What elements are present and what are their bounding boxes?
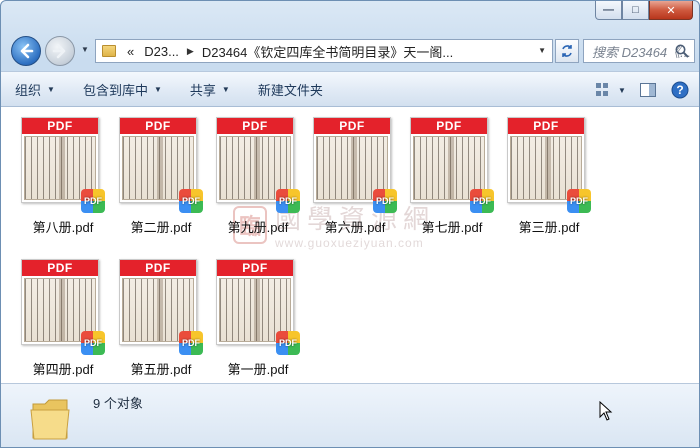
address-segment-parent[interactable]: D23... bbox=[139, 44, 184, 59]
pdf-banner: PDF bbox=[22, 118, 98, 134]
pdf-banner: PDF bbox=[217, 118, 293, 134]
file-name: 第九册.pdf bbox=[227, 220, 289, 235]
chevron-right-icon[interactable]: ▶ bbox=[184, 46, 197, 57]
include-in-library-menu[interactable]: 包含到库中 ▼ bbox=[69, 80, 176, 99]
pdf-banner: PDF bbox=[314, 118, 390, 134]
pdf-app-icon: PDF bbox=[81, 189, 105, 213]
explorer-window: — □ ✕ ▼ « D23... ▶ D23464《钦定四库全书简明目录》天一阁… bbox=[0, 0, 700, 448]
pdf-app-icon: PDF bbox=[81, 331, 105, 355]
file-name: 第五册.pdf bbox=[130, 362, 192, 377]
file-name: 第四册.pdf bbox=[32, 362, 94, 377]
preview-pane-icon bbox=[640, 83, 656, 97]
mouse-cursor-icon bbox=[599, 401, 613, 421]
view-grid-icon bbox=[596, 83, 608, 96]
pdf-app-icon: PDF bbox=[179, 331, 203, 355]
organize-label: 组织 bbox=[15, 82, 42, 98]
pdf-banner: PDF bbox=[508, 118, 584, 134]
address-bar[interactable]: « D23... ▶ D23464《钦定四库全书简明目录》天一阁... ▼ bbox=[95, 39, 553, 63]
pdf-app-icon: PDF bbox=[276, 331, 300, 355]
help-button[interactable]: ? bbox=[669, 79, 691, 101]
file-name: 第二册.pdf bbox=[130, 220, 192, 235]
pdf-banner: PDF bbox=[120, 260, 196, 276]
search-icon[interactable] bbox=[674, 43, 690, 59]
navigation-bar: ▼ « D23... ▶ D23464《钦定四库全书简明目录》天一阁... ▼ … bbox=[7, 33, 695, 67]
pdf-app-icon: PDF bbox=[276, 189, 300, 213]
close-button[interactable]: ✕ bbox=[649, 1, 693, 20]
file-item[interactable]: PDF PDF 第七册.pdf bbox=[406, 115, 498, 235]
chevron-down-icon: ▼ bbox=[47, 84, 55, 94]
chevron-down-icon: ▼ bbox=[221, 84, 230, 94]
pdf-banner: PDF bbox=[22, 260, 98, 276]
svg-text:?: ? bbox=[676, 83, 683, 97]
file-item[interactable]: PDF PDF 第二册.pdf bbox=[115, 115, 207, 235]
preview-pane-button[interactable] bbox=[637, 79, 659, 101]
folder-icon bbox=[102, 45, 116, 57]
file-item[interactable]: PDF PDF 第九册.pdf bbox=[212, 115, 304, 235]
arrow-left-icon bbox=[20, 43, 34, 59]
view-dropdown[interactable]: ▼ bbox=[617, 79, 627, 101]
caption-buttons: — □ ✕ bbox=[595, 1, 693, 20]
share-label: 共享 bbox=[189, 82, 216, 98]
chevron-down-icon: ▼ bbox=[153, 84, 162, 94]
pdf-app-icon: PDF bbox=[373, 189, 397, 213]
file-name: 第六册.pdf bbox=[324, 220, 386, 235]
watermark-url: www.guoxueziyuan.com bbox=[275, 236, 424, 250]
forward-button[interactable] bbox=[45, 36, 75, 66]
new-folder-button[interactable]: 新建文件夹 bbox=[244, 80, 337, 99]
organize-menu[interactable]: 组织 ▼ bbox=[1, 80, 69, 99]
file-name: 第八册.pdf bbox=[32, 220, 94, 235]
help-icon: ? bbox=[671, 81, 689, 99]
refresh-button[interactable] bbox=[555, 39, 579, 63]
file-item[interactable]: PDF PDF 第五册.pdf bbox=[115, 257, 207, 377]
pdf-banner: PDF bbox=[411, 118, 487, 134]
file-name: 第一册.pdf bbox=[227, 362, 289, 377]
file-name: 第七册.pdf bbox=[421, 220, 483, 235]
search-input[interactable]: 搜索 D23464《... bbox=[583, 39, 695, 63]
file-item[interactable]: PDF PDF 第三册.pdf bbox=[503, 115, 595, 235]
address-dropdown-icon[interactable]: ▼ bbox=[538, 46, 546, 55]
file-item[interactable]: PDF PDF 第四册.pdf bbox=[17, 257, 109, 377]
recent-pages-dropdown[interactable]: ▼ bbox=[81, 45, 89, 54]
pdf-app-icon: PDF bbox=[567, 189, 591, 213]
back-button[interactable] bbox=[11, 36, 41, 66]
file-item[interactable]: PDF PDF 第一册.pdf bbox=[212, 257, 304, 377]
file-item[interactable]: PDF PDF 第六册.pdf bbox=[309, 115, 401, 235]
refresh-icon bbox=[562, 45, 572, 57]
pdf-app-icon: PDF bbox=[179, 189, 203, 213]
details-pane: 9 个对象 bbox=[1, 383, 699, 447]
pdf-banner: PDF bbox=[120, 118, 196, 134]
maximize-button[interactable]: □ bbox=[622, 1, 649, 20]
arrow-right-icon bbox=[52, 43, 66, 59]
address-segment-current[interactable]: D23464《钦定四库全书简明目录》天一阁... bbox=[197, 42, 458, 61]
view-controls: ▼ ? bbox=[583, 79, 691, 101]
minimize-button[interactable]: — bbox=[595, 1, 622, 20]
address-overflow-button[interactable]: « bbox=[122, 44, 139, 59]
file-item[interactable]: PDF PDF 第八册.pdf bbox=[17, 115, 109, 235]
item-count: 9 个对象 bbox=[93, 396, 143, 411]
folder-icon bbox=[30, 399, 70, 440]
file-list-view[interactable]: 臨 國學資源網 www.guoxueziyuan.com PDF PDF 第八册… bbox=[1, 107, 699, 383]
command-bar: 组织 ▼ 包含到库中 ▼ 共享 ▼ 新建文件夹 ▼ ? bbox=[1, 71, 699, 107]
new-folder-label: 新建文件夹 bbox=[257, 82, 323, 98]
share-menu[interactable]: 共享 ▼ bbox=[176, 80, 244, 99]
file-name: 第三册.pdf bbox=[518, 220, 580, 235]
pdf-app-icon: PDF bbox=[470, 189, 494, 213]
pdf-banner: PDF bbox=[217, 260, 293, 276]
include-in-library-label: 包含到库中 bbox=[82, 82, 148, 98]
change-view-button[interactable] bbox=[593, 79, 615, 101]
